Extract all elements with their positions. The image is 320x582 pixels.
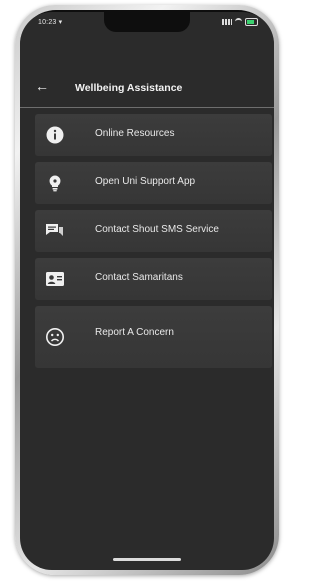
app-bar: ← Wellbeing Assistance: [20, 69, 274, 108]
contact-card-icon: [45, 269, 65, 289]
chat-icon: [45, 221, 65, 241]
menu-item-label: Report A Concern: [95, 327, 174, 338]
sad-face-icon: [45, 327, 65, 347]
back-arrow-icon[interactable]: ←: [35, 78, 49, 94]
signal-icon: [222, 19, 232, 25]
wifi-icon: [235, 18, 242, 26]
page-title: Wellbeing Assistance: [75, 82, 183, 94]
status-indicators: [222, 18, 258, 26]
app-screen: 10:23 ▾ ← Wellbeing Assistance Online Re…: [20, 12, 274, 570]
menu-list: Online Resources Open Uni Support App Co…: [35, 114, 272, 374]
lightbulb-icon: [45, 173, 65, 193]
notch: [104, 12, 190, 32]
menu-item-label: Contact Shout SMS Service: [95, 224, 219, 235]
info-icon: [45, 125, 65, 145]
battery-icon: [245, 18, 258, 26]
menu-item-report-a-concern[interactable]: Report A Concern: [35, 306, 272, 368]
menu-item-contact-samaritans[interactable]: Contact Samaritans: [35, 258, 272, 300]
menu-item-open-uni-support-app[interactable]: Open Uni Support App: [35, 162, 272, 204]
menu-item-label: Open Uni Support App: [95, 176, 196, 187]
status-time: 10:23 ▾: [38, 19, 63, 26]
menu-item-online-resources[interactable]: Online Resources: [35, 114, 272, 156]
home-indicator[interactable]: [113, 558, 181, 561]
menu-item-label: Contact Samaritans: [95, 272, 183, 283]
menu-item-label: Online Resources: [95, 128, 175, 139]
menu-item-contact-shout-sms[interactable]: Contact Shout SMS Service: [35, 210, 272, 252]
